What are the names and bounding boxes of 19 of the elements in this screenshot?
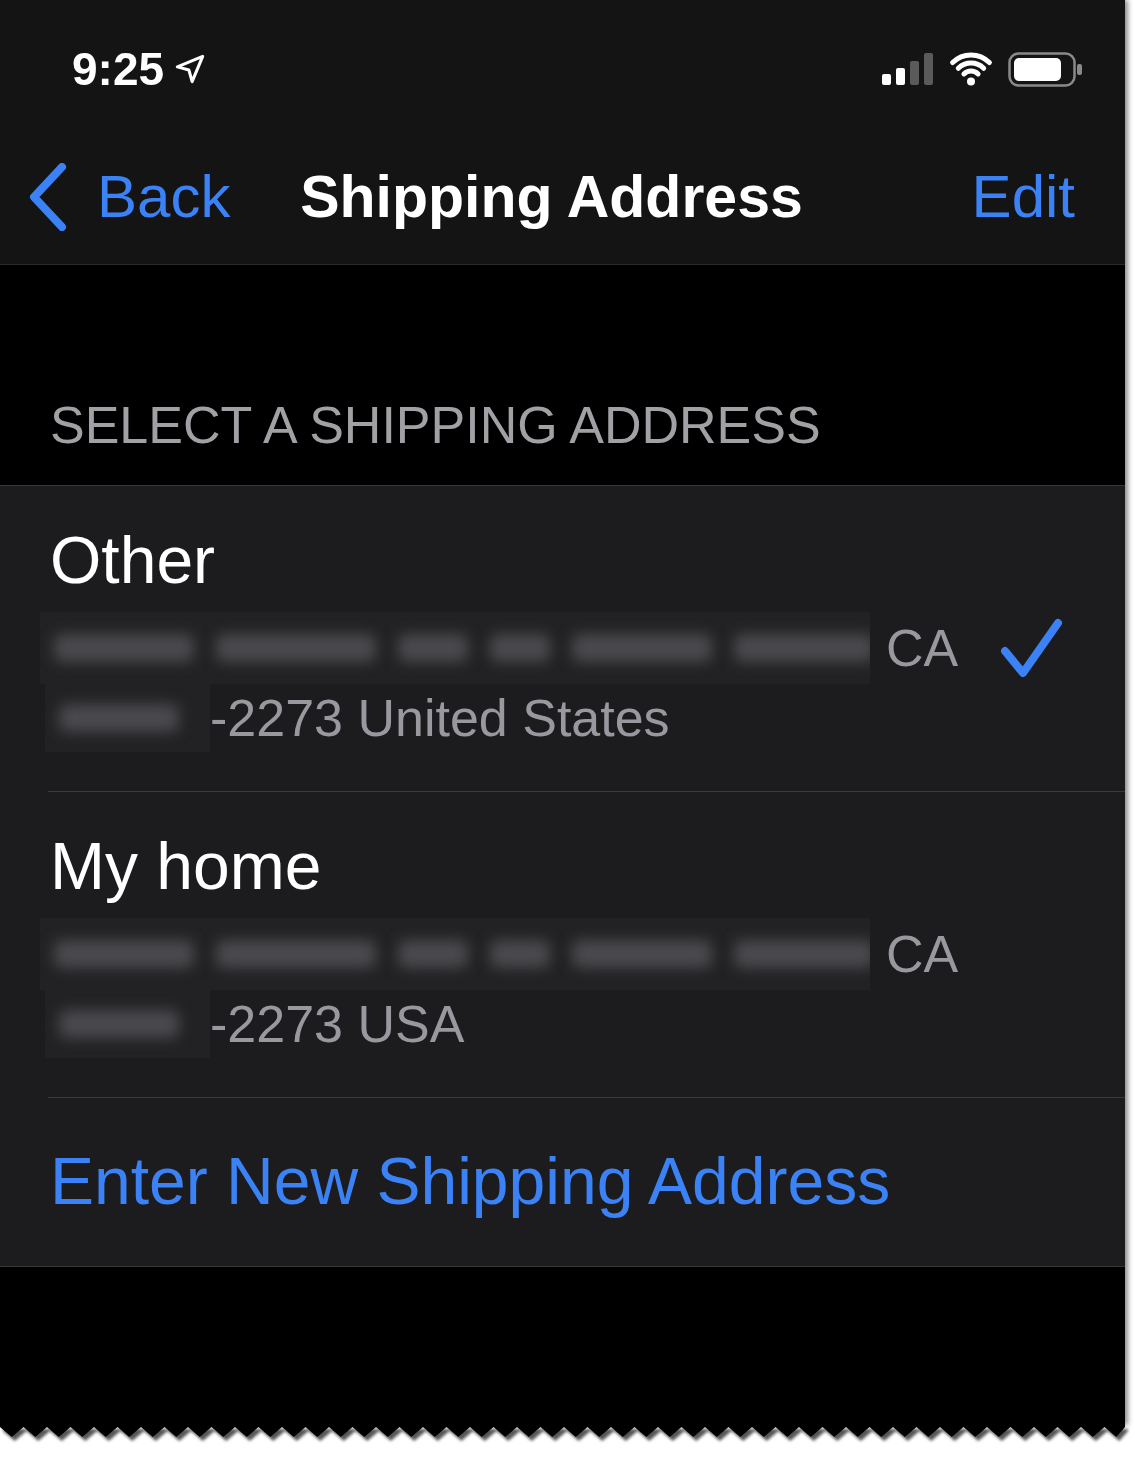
address-name: My home (50, 828, 323, 905)
wifi-icon (949, 52, 993, 86)
battery-icon (1008, 51, 1082, 87)
address-state: CA (886, 923, 959, 985)
section-header: SELECT A SHIPPING ADDRESS (50, 395, 821, 456)
back-button[interactable]: Back (28, 161, 231, 233)
address-name: Other (50, 522, 217, 599)
address-row[interactable]: Other CA -2273 United States (48, 486, 1125, 792)
address-zip-country: -2273 USA (210, 993, 465, 1055)
address-state: CA (886, 617, 959, 679)
chevron-left-icon (28, 163, 68, 231)
address-row[interactable]: My home CA -2273 USA (48, 792, 1125, 1098)
address-zip-country: -2273 United States (210, 687, 670, 749)
location-arrow-icon (174, 53, 207, 85)
edit-button[interactable]: Edit (971, 161, 1075, 233)
new-address-link[interactable]: Enter New Shipping Address (50, 1142, 891, 1222)
signal-icon (882, 53, 933, 85)
status-time: 9:25 (72, 42, 165, 97)
page-title: Shipping Address (300, 162, 803, 232)
